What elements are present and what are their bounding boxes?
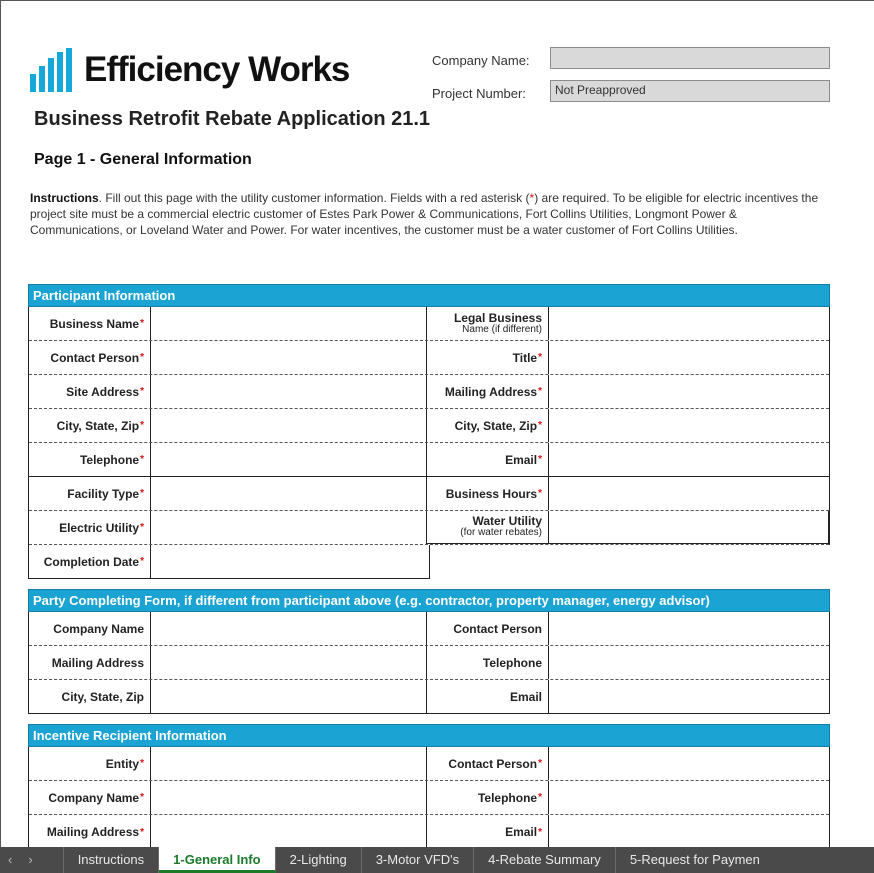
- form-row: Facility Type * Business Hours *: [29, 477, 829, 511]
- form-row: Mailing Address Telephone: [29, 646, 829, 680]
- form-row: Completion Date *: [28, 545, 430, 579]
- recipient-telephone-label: Telephone *: [427, 781, 549, 814]
- form-row: Entity * Contact Person *: [29, 747, 829, 781]
- form-row: Telephone * Email *: [29, 443, 829, 477]
- title-label: Title *: [427, 341, 549, 374]
- mailing-city-state-zip-label: City, State, Zip *: [427, 409, 549, 442]
- telephone-label: Telephone *: [29, 443, 151, 476]
- recipient-company-name-field[interactable]: [151, 781, 427, 814]
- party-city-state-zip-label: City, State, Zip: [29, 680, 151, 713]
- tab-request-for-payment[interactable]: 5-Request for Paymen: [616, 847, 774, 873]
- company-name-field[interactable]: [550, 47, 830, 69]
- efficiency-works-logo: Efficiency Works: [30, 48, 350, 92]
- form-row: City, State, Zip * City, State, Zip *: [29, 409, 829, 443]
- legal-business-name-label: Legal Business Name (if different): [427, 307, 549, 340]
- recipient-telephone-field[interactable]: [549, 781, 829, 814]
- entity-label: Entity *: [29, 747, 151, 780]
- city-state-zip-label: City, State, Zip *: [29, 409, 151, 442]
- party-telephone-label: Telephone: [427, 646, 549, 679]
- business-name-field[interactable]: [151, 307, 427, 340]
- party-email-field[interactable]: [549, 680, 829, 713]
- sheet-tab-bar: ‹ › Instructions 1-General Info 2-Lighti…: [0, 847, 874, 873]
- tab-lighting[interactable]: 2-Lighting: [276, 847, 362, 873]
- contact-person-field[interactable]: [151, 341, 427, 374]
- party-mailing-address-field[interactable]: [151, 646, 427, 679]
- logo-text: Efficiency Works: [84, 50, 350, 89]
- party-contact-person-field[interactable]: [549, 612, 829, 645]
- electric-utility-field[interactable]: [151, 511, 427, 544]
- participant-heading: Participant Information: [28, 284, 830, 307]
- form-row: Contact Person * Title *: [29, 341, 829, 375]
- page-title: Page 1 - General Information: [34, 151, 252, 168]
- party-section: Party Completing Form, if different from…: [28, 589, 830, 714]
- form-row: Company Name Contact Person: [29, 612, 829, 646]
- company-name-label: Company Name:: [432, 53, 530, 68]
- title-field[interactable]: [549, 341, 829, 374]
- business-hours-field[interactable]: [549, 477, 829, 510]
- tab-instructions[interactable]: Instructions: [64, 847, 160, 873]
- form-row: Company Name * Telephone *: [29, 781, 829, 815]
- legal-business-name-field[interactable]: [549, 307, 829, 340]
- party-city-state-zip-field[interactable]: [151, 680, 427, 713]
- party-telephone-field[interactable]: [549, 646, 829, 679]
- party-company-name-field[interactable]: [151, 612, 427, 645]
- recipient-email-label: Email *: [427, 815, 549, 849]
- party-heading: Party Completing Form, if different from…: [28, 589, 830, 612]
- instructions-part-1: . Fill out this page with the utility cu…: [98, 191, 530, 205]
- party-mailing-address-label: Mailing Address: [29, 646, 151, 679]
- telephone-field[interactable]: [151, 443, 427, 476]
- recipient-grid: Entity * Contact Person * Company Name * Te…: [28, 747, 830, 849]
- email-label: Email *: [427, 443, 549, 476]
- email-field[interactable]: [549, 443, 829, 476]
- tab-scroll-next-icon[interactable]: ›: [20, 847, 64, 873]
- mailing-city-state-zip-field[interactable]: [549, 409, 829, 442]
- completion-date-field[interactable]: [151, 545, 429, 578]
- site-address-label: Site Address *: [29, 375, 151, 408]
- contact-person-label: Contact Person *: [29, 341, 151, 374]
- efficiency-works-bars-icon: [30, 48, 78, 92]
- project-number-field[interactable]: Not Preapproved: [550, 80, 830, 102]
- tab-rebate-summary[interactable]: 4-Rebate Summary: [474, 847, 616, 873]
- mailing-address-label: Mailing Address *: [427, 375, 549, 408]
- electric-utility-label: Electric Utility *: [29, 511, 151, 544]
- tab-motor-vfds[interactable]: 3-Motor VFD's: [362, 847, 475, 873]
- project-number-label: Project Number:: [432, 86, 526, 101]
- recipient-mailing-address-label: Mailing Address *: [29, 815, 151, 849]
- recipient-contact-person-label: Contact Person *: [427, 747, 549, 780]
- city-state-zip-field[interactable]: [151, 409, 427, 442]
- water-utility-label: Water Utility (for water rebates): [427, 511, 549, 544]
- form-row: City, State, Zip Email: [29, 680, 829, 714]
- recipient-section: Incentive Recipient Information Entity * …: [28, 724, 830, 849]
- participant-grid: Business Name * Legal Business Name (if di…: [28, 307, 830, 545]
- facility-type-field[interactable]: [151, 477, 427, 510]
- business-hours-label: Business Hours *: [427, 477, 549, 510]
- recipient-mailing-address-field[interactable]: [151, 815, 427, 849]
- facility-type-label: Facility Type *: [29, 477, 151, 510]
- party-email-label: Email: [427, 680, 549, 713]
- site-address-field[interactable]: [151, 375, 427, 408]
- party-contact-person-label: Contact Person: [427, 612, 549, 645]
- instructions-text: Instructions. Fill out this page with th…: [30, 190, 820, 238]
- business-name-label: Business Name *: [29, 307, 151, 340]
- party-grid: Company Name Contact Person Mailing Addr…: [28, 612, 830, 714]
- app-title: Business Retrofit Rebate Application 21.…: [34, 108, 431, 130]
- entity-field[interactable]: [151, 747, 427, 780]
- participant-section: Participant Information Business Name * L…: [28, 284, 830, 579]
- instructions-heading: Instructions: [30, 191, 99, 205]
- recipient-company-name-label: Company Name *: [29, 781, 151, 814]
- completion-date-label: Completion Date *: [29, 545, 151, 578]
- party-company-name-label: Company Name: [29, 612, 151, 645]
- water-utility-field[interactable]: [549, 511, 829, 544]
- recipient-email-field[interactable]: [549, 815, 829, 849]
- form-row: Site Address * Mailing Address *: [29, 375, 829, 409]
- mailing-address-field[interactable]: [549, 375, 829, 408]
- tab-scroll-prev-icon[interactable]: ‹: [0, 847, 20, 873]
- form-row: Business Name * Legal Business Name (if di…: [29, 307, 829, 341]
- recipient-heading: Incentive Recipient Information: [28, 724, 830, 747]
- form-row: Mailing Address * Email *: [29, 815, 829, 849]
- form-row: Electric Utility * Water Utility (for wate…: [29, 511, 829, 545]
- tab-general-info[interactable]: 1-General Info: [159, 847, 276, 873]
- recipient-contact-person-field[interactable]: [549, 747, 829, 780]
